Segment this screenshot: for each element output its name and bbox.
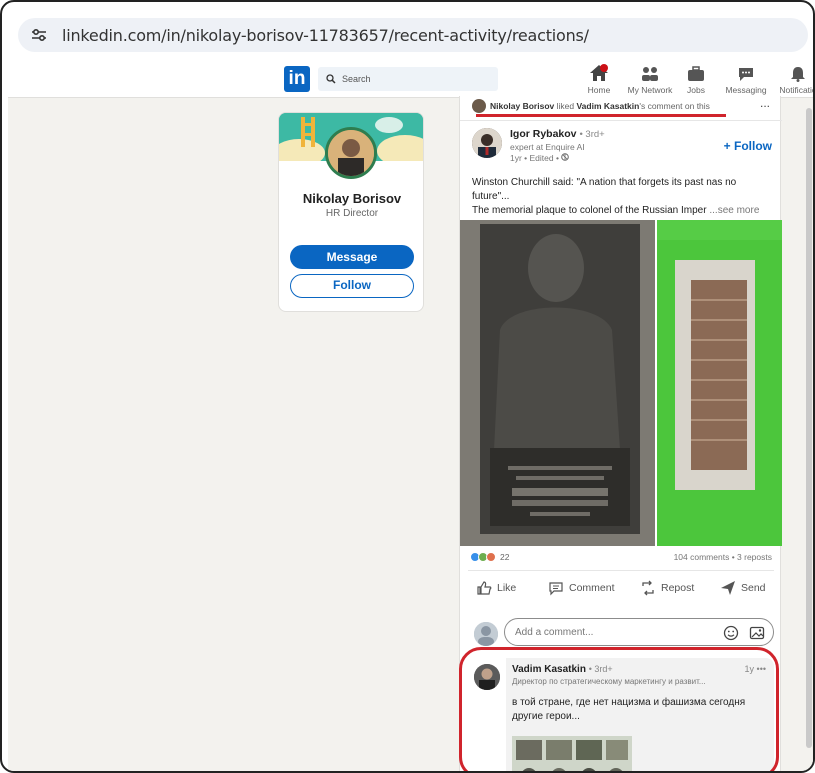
activity-verb: liked bbox=[556, 101, 575, 111]
author-headline: expert at Enquire AI bbox=[510, 142, 585, 152]
reaction-count: 22 bbox=[500, 552, 510, 562]
like-icon bbox=[477, 581, 492, 595]
follow-author-button[interactable]: + Follow bbox=[724, 139, 772, 153]
post-time: 1yr • Edited • bbox=[510, 153, 570, 163]
repost-icon bbox=[642, 580, 654, 596]
reaction-summary[interactable]: 22 bbox=[470, 552, 509, 562]
author-avatar[interactable] bbox=[472, 128, 502, 158]
post-actions: Like Comment Repost Send bbox=[460, 580, 782, 604]
network-icon bbox=[642, 67, 658, 81]
nav-messaging[interactable]: Messaging bbox=[716, 62, 776, 98]
linkedin-logo[interactable]: in bbox=[284, 66, 310, 92]
message-button[interactable]: Message bbox=[290, 245, 414, 269]
emoji-icon[interactable] bbox=[723, 625, 739, 641]
scrollbar-thumb[interactable] bbox=[806, 108, 812, 748]
scrollbar[interactable] bbox=[804, 98, 813, 771]
activity-tail: 's comment on this bbox=[639, 101, 710, 111]
author-degree: • 3rd+ bbox=[579, 129, 605, 140]
add-comment-input[interactable]: Add a comment... bbox=[504, 618, 774, 646]
post-body: Winston Churchill said: "A nation that f… bbox=[472, 177, 760, 216]
bell-icon bbox=[791, 67, 805, 82]
search-input[interactable]: Search bbox=[318, 67, 498, 91]
profile-name[interactable]: Nikolay Borisov bbox=[279, 191, 423, 206]
current-user-avatar bbox=[474, 622, 498, 646]
comments-reposts-count[interactable]: 104 comments • 3 reposts bbox=[674, 552, 772, 562]
divider bbox=[460, 120, 782, 121]
profile-card: Nikolay Borisov HR Director Message Foll… bbox=[278, 112, 424, 312]
image-icon[interactable] bbox=[749, 625, 765, 641]
comment-button[interactable]: Comment bbox=[548, 580, 615, 596]
send-icon bbox=[721, 581, 735, 595]
send-button[interactable]: Send bbox=[720, 580, 766, 596]
activity-header: Nikolay Borisov liked Vadim Kasatkin's c… bbox=[472, 98, 772, 114]
address-bar-area: linkedin.com/in/nikolay-borisov-11783657… bbox=[8, 8, 808, 56]
briefcase-icon bbox=[688, 66, 704, 81]
target-name[interactable]: Vadim Kasatkin bbox=[576, 101, 639, 111]
search-placeholder: Search bbox=[342, 74, 371, 84]
search-icon bbox=[326, 74, 336, 84]
url-text[interactable]: linkedin.com/in/nikolay-borisov-11783657… bbox=[62, 26, 589, 45]
highlight-underline bbox=[476, 114, 726, 117]
author-name[interactable]: Igor Rybakov • 3rd+ bbox=[510, 128, 605, 140]
tune-icon[interactable] bbox=[26, 22, 52, 48]
messaging-icon bbox=[739, 68, 753, 81]
more-options-icon[interactable]: ... bbox=[760, 96, 770, 110]
nav-messaging-label: Messaging bbox=[725, 85, 767, 95]
actor-name[interactable]: Nikolay Borisov bbox=[490, 101, 554, 111]
top-navigation: in Search Home My Network Jobs Messaging… bbox=[8, 60, 814, 98]
see-more-link[interactable]: ...see more bbox=[709, 205, 759, 216]
home-icon bbox=[590, 64, 608, 81]
like-button[interactable]: Like bbox=[476, 580, 516, 596]
repost-button[interactable]: Repost bbox=[640, 580, 694, 596]
post-image-wall[interactable] bbox=[657, 220, 782, 546]
comment-highlight-circle bbox=[459, 647, 779, 771]
avatar[interactable] bbox=[325, 127, 377, 179]
love-reaction-icon bbox=[486, 552, 496, 562]
comment-placeholder: Add a comment... bbox=[515, 626, 594, 638]
nav-notifications-label: Notificatio bbox=[779, 85, 814, 95]
comment-icon bbox=[549, 582, 563, 596]
actor-avatar bbox=[472, 99, 486, 113]
nav-notifications[interactable]: Notificatio bbox=[768, 62, 814, 98]
profile-headline: HR Director bbox=[325, 208, 379, 219]
follow-button[interactable]: Follow bbox=[290, 274, 414, 298]
address-bar[interactable]: linkedin.com/in/nikolay-borisov-11783657… bbox=[18, 18, 808, 52]
browser-window: linkedin.com/in/nikolay-borisov-11783657… bbox=[0, 0, 815, 773]
post-image-plaque[interactable] bbox=[460, 220, 655, 546]
divider bbox=[468, 570, 774, 571]
globe-icon bbox=[561, 153, 570, 161]
